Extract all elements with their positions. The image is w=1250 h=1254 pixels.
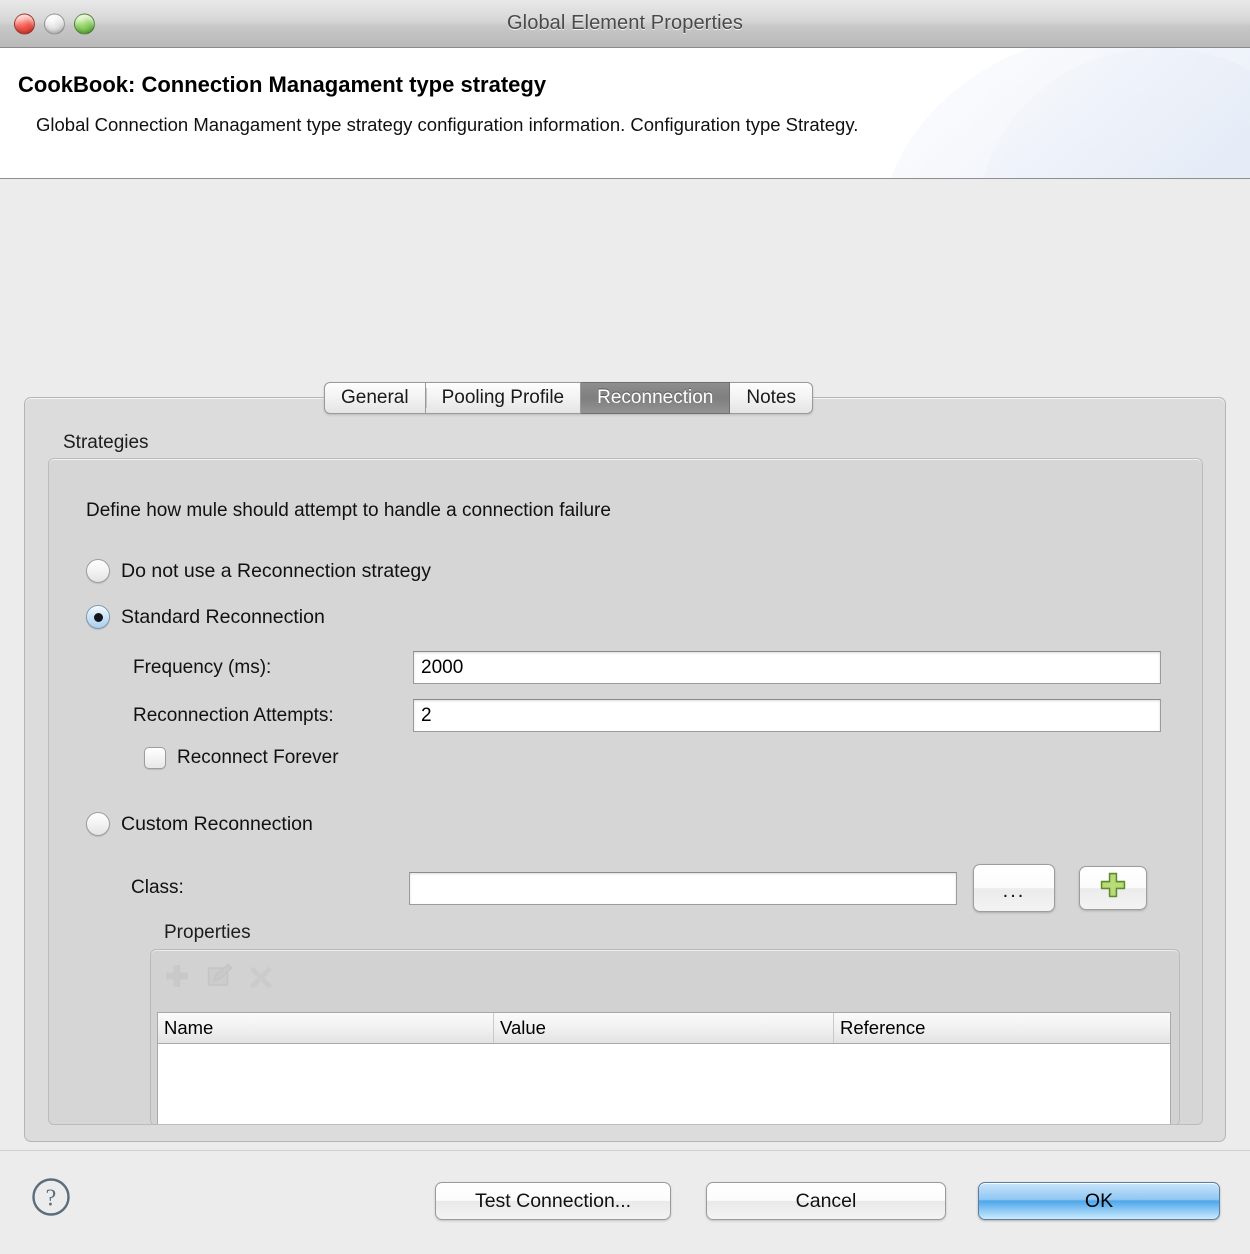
column-header-reference[interactable]: Reference	[834, 1013, 1170, 1043]
radio-custom-label: Custom Reconnection	[121, 813, 313, 836]
radio-do-not-use-label: Do not use a Reconnection strategy	[121, 560, 431, 583]
dialog-body: General Pooling Profile Reconnection Not…	[0, 179, 1250, 1254]
radio-custom-indicator[interactable]	[86, 812, 110, 836]
global-element-properties-dialog: Global Element Properties CookBook: Conn…	[0, 0, 1250, 1254]
title-bar: Global Element Properties	[0, 0, 1250, 48]
class-input[interactable]	[409, 872, 957, 905]
radio-standard-reconnection[interactable]: Standard Reconnection	[86, 605, 325, 629]
edit-property-icon[interactable]	[205, 962, 233, 995]
class-row: Class: ...	[131, 864, 1147, 912]
test-connection-button[interactable]: Test Connection...	[435, 1182, 671, 1220]
frequency-row: Frequency (ms):	[133, 651, 1173, 684]
page-description: Global Connection Managament type strate…	[36, 112, 1046, 138]
add-property-icon[interactable]	[163, 962, 191, 995]
attempts-row: Reconnection Attempts:	[133, 699, 1173, 732]
tab-pooling-profile-label: Pooling Profile	[442, 387, 565, 409]
properties-group-label: Properties	[164, 922, 251, 944]
tab-content-panel: Strategies Define how mule should attemp…	[24, 397, 1226, 1142]
delete-property-icon[interactable]	[247, 962, 275, 995]
window-title: Global Element Properties	[507, 12, 743, 35]
cancel-label: Cancel	[796, 1190, 857, 1213]
close-button[interactable]	[14, 13, 35, 34]
properties-toolbar	[151, 950, 1179, 1006]
page-title: CookBook: Connection Managament type str…	[18, 72, 1228, 98]
strategies-hint: Define how mule should attempt to handle…	[86, 500, 611, 522]
zoom-button[interactable]	[74, 13, 95, 34]
svg-text:?: ?	[46, 1186, 57, 1212]
tab-reconnection-label: Reconnection	[597, 387, 713, 409]
class-browse-button[interactable]: ...	[973, 864, 1055, 912]
tab-bar: General Pooling Profile Reconnection Not…	[324, 382, 813, 414]
minimize-button[interactable]	[44, 13, 65, 34]
radio-do-not-use-reconnection[interactable]: Do not use a Reconnection strategy	[86, 559, 431, 583]
radio-do-not-use-indicator[interactable]	[86, 559, 110, 583]
radio-standard-indicator[interactable]	[86, 605, 110, 629]
properties-table-header: Name Value Reference	[158, 1013, 1170, 1044]
frequency-label: Frequency (ms):	[133, 657, 413, 679]
cancel-button[interactable]: Cancel	[706, 1182, 946, 1220]
strategies-group-label: Strategies	[63, 432, 149, 454]
add-class-button[interactable]	[1079, 866, 1147, 910]
column-header-value[interactable]: Value	[494, 1013, 834, 1043]
ok-label: OK	[1085, 1190, 1113, 1213]
tab-reconnection[interactable]: Reconnection	[581, 382, 730, 414]
properties-table-body[interactable]	[158, 1045, 1170, 1124]
frequency-input[interactable]	[413, 651, 1161, 684]
attempts-input[interactable]	[413, 699, 1161, 732]
green-plus-icon	[1098, 870, 1128, 906]
ok-button[interactable]: OK	[978, 1182, 1220, 1220]
window-controls	[14, 13, 95, 34]
reconnect-forever-label: Reconnect Forever	[177, 747, 339, 769]
dialog-header: CookBook: Connection Managament type str…	[0, 48, 1250, 179]
reconnect-forever-checkbox[interactable]	[144, 747, 166, 769]
reconnect-forever-row[interactable]: Reconnect Forever	[144, 747, 339, 769]
dialog-footer: ? Test Connection... Cancel OK	[0, 1150, 1250, 1254]
radio-custom-reconnection[interactable]: Custom Reconnection	[86, 812, 313, 836]
tab-general[interactable]: General	[324, 382, 426, 414]
help-icon[interactable]: ?	[29, 1175, 73, 1224]
properties-table[interactable]: Name Value Reference	[157, 1012, 1171, 1125]
strategies-group: Define how mule should attempt to handle…	[48, 458, 1203, 1125]
class-label: Class:	[131, 877, 409, 899]
properties-group: Name Value Reference	[150, 949, 1180, 1125]
column-header-name[interactable]: Name	[158, 1013, 494, 1043]
attempts-label: Reconnection Attempts:	[133, 705, 413, 727]
tab-notes-label: Notes	[746, 387, 796, 409]
tab-general-label: General	[341, 387, 409, 409]
test-connection-label: Test Connection...	[475, 1190, 631, 1213]
tab-notes[interactable]: Notes	[730, 382, 813, 414]
tab-pooling-profile[interactable]: Pooling Profile	[426, 382, 582, 414]
radio-standard-label: Standard Reconnection	[121, 606, 325, 629]
